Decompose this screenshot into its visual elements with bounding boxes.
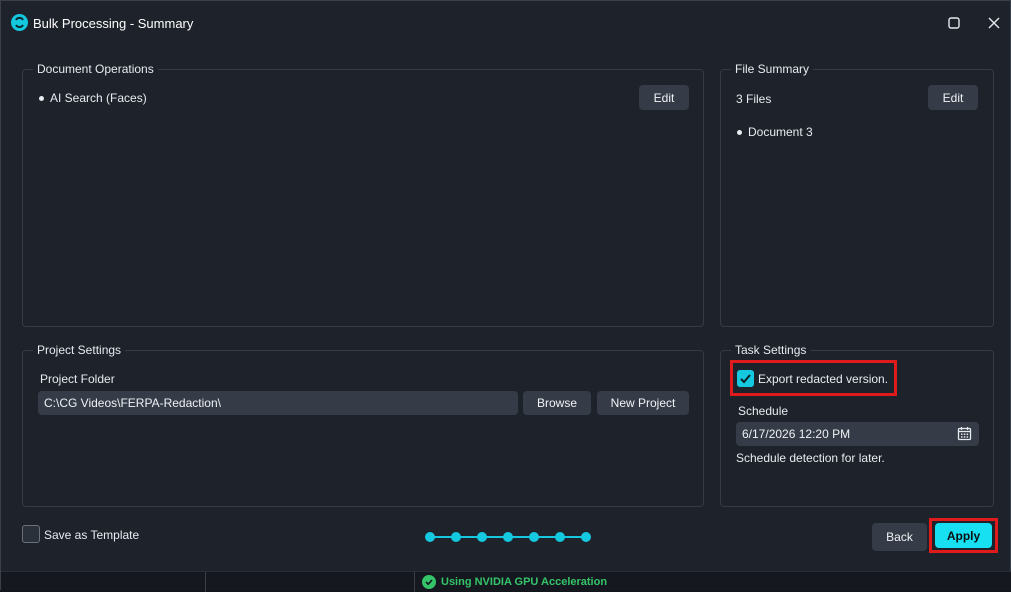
maximize-button[interactable] — [942, 11, 966, 35]
schedule-datetime-value: 6/17/2026 12:20 PM — [742, 427, 851, 441]
file-item-label: Document 3 — [748, 125, 813, 139]
close-button[interactable] — [982, 11, 1006, 35]
export-redacted-checkbox[interactable] — [737, 370, 754, 387]
browse-button[interactable]: Browse — [523, 391, 591, 415]
step-dot — [529, 532, 539, 542]
step-dot — [503, 532, 513, 542]
save-template-label[interactable]: Save as Template — [44, 528, 139, 542]
app-logo-icon — [11, 14, 28, 31]
step-dot — [425, 532, 435, 542]
bullet-icon — [737, 129, 742, 135]
project-folder-label: Project Folder — [40, 372, 115, 386]
step-dot — [581, 532, 591, 542]
operation-item-label: AI Search (Faces) — [50, 91, 147, 105]
schedule-hint: Schedule detection for later. — [736, 451, 885, 465]
document-operations-panel: Document Operations AI Search (Faces) Ed… — [22, 62, 704, 327]
status-divider — [414, 572, 415, 592]
bullet-icon — [39, 95, 44, 101]
status-divider — [205, 572, 206, 592]
apply-button[interactable]: Apply — [935, 523, 992, 548]
step-dot — [477, 532, 487, 542]
edit-operations-button[interactable]: Edit — [639, 85, 689, 110]
step-dot — [451, 532, 461, 542]
step-dot — [555, 532, 565, 542]
schedule-datetime-input[interactable]: 6/17/2026 12:20 PM — [736, 422, 979, 446]
document-operations-title: Document Operations — [33, 62, 158, 76]
new-project-button[interactable]: New Project — [597, 391, 689, 415]
project-settings-title: Project Settings — [33, 343, 126, 357]
status-bar: Using NVIDIA GPU Acceleration — [1, 571, 1011, 592]
file-count: 3 Files — [736, 92, 772, 106]
export-redacted-label[interactable]: Export redacted version. — [758, 372, 888, 386]
operation-item: AI Search (Faces) — [39, 91, 147, 105]
calendar-icon[interactable] — [957, 426, 972, 444]
task-settings-panel: Task Settings Export redacted version. S… — [720, 343, 994, 507]
task-settings-title: Task Settings — [731, 343, 811, 357]
project-settings-panel: Project Settings Project Folder C:\CG Vi… — [22, 343, 704, 507]
window-title: Bulk Processing - Summary — [33, 16, 194, 31]
title-bar: Bulk Processing - Summary — [1, 1, 1010, 45]
step-progress — [425, 531, 591, 543]
file-item: Document 3 — [737, 125, 813, 139]
project-folder-input[interactable]: C:\CG Videos\FERPA-Redaction\ — [38, 391, 518, 415]
edit-files-button[interactable]: Edit — [928, 85, 978, 110]
file-summary-title: File Summary — [731, 62, 814, 76]
file-summary-panel: File Summary 3 Files Edit Document 3 — [720, 62, 994, 327]
maximize-icon — [948, 17, 960, 29]
bulk-processing-window: Bulk Processing - Summary Document Opera… — [0, 0, 1011, 592]
back-button[interactable]: Back — [872, 523, 927, 551]
checkmark-icon — [740, 374, 751, 384]
schedule-label: Schedule — [738, 404, 789, 418]
save-template-checkbox[interactable] — [22, 525, 40, 543]
gpu-status-text: Using NVIDIA GPU Acceleration — [441, 576, 608, 588]
close-icon — [988, 17, 1000, 29]
check-circle-icon — [422, 575, 436, 589]
